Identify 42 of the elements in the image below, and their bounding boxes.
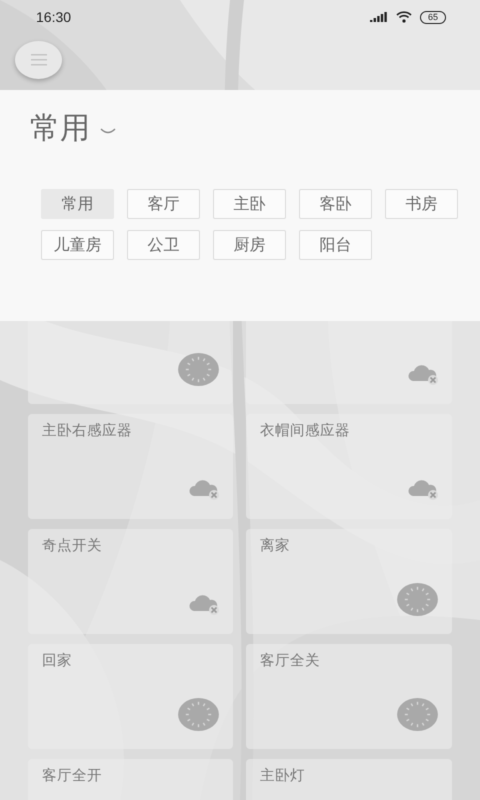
device-name: 主卧右感应器	[42, 423, 132, 439]
dial-icon	[396, 697, 439, 732]
cloud-offline-icon	[188, 593, 220, 615]
device-name: 衣帽间感应器	[260, 423, 350, 439]
device-card[interactable]: 离家	[246, 529, 452, 634]
chevron-down-icon[interactable]	[100, 128, 116, 136]
device-card[interactable]: 衣帽间感应器	[246, 414, 452, 519]
room-tab[interactable]: 公卫	[127, 230, 200, 260]
device-card[interactable]: 回家	[28, 644, 233, 749]
status-time: 16:30	[36, 9, 72, 25]
signal-icon	[370, 12, 388, 22]
device-card[interactable]: 客厅全开	[28, 759, 233, 800]
device-name: 客厅全开	[42, 768, 102, 784]
room-tab[interactable]: 客厅	[127, 189, 200, 219]
device-name: 客厅全关	[260, 653, 320, 669]
room-tab[interactable]: 主卧	[213, 189, 286, 219]
room-tab[interactable]: 常用	[41, 189, 114, 219]
dial-icon	[177, 697, 220, 732]
menu-icon	[30, 54, 46, 66]
dial-icon	[177, 352, 220, 387]
device-card[interactable]	[28, 321, 233, 404]
cloud-offline-icon	[188, 478, 220, 500]
device-card[interactable]	[246, 321, 452, 404]
device-name: 回家	[42, 653, 72, 669]
battery-icon: 65	[420, 10, 446, 24]
cloud-offline-icon	[407, 478, 439, 500]
room-title[interactable]: 常用	[30, 108, 90, 149]
room-tab[interactable]: 厨房	[213, 230, 286, 260]
wifi-icon	[396, 11, 412, 23]
device-card[interactable]: 奇点开关	[28, 529, 233, 634]
room-tab[interactable]: 客卧	[299, 189, 372, 219]
dial-icon	[396, 582, 439, 617]
cloud-offline-icon	[407, 363, 439, 385]
room-tab[interactable]: 书房	[385, 189, 458, 219]
device-card[interactable]: 主卧灯	[246, 759, 452, 800]
device-name: 主卧灯	[260, 768, 305, 784]
room-tab[interactable]: 阳台	[299, 230, 372, 260]
device-name: 奇点开关	[42, 538, 102, 554]
device-name: 离家	[260, 538, 290, 554]
device-card[interactable]: 主卧右感应器	[28, 414, 233, 519]
room-tab[interactable]: 儿童房	[41, 230, 114, 260]
device-card[interactable]: 客厅全关	[246, 644, 452, 749]
